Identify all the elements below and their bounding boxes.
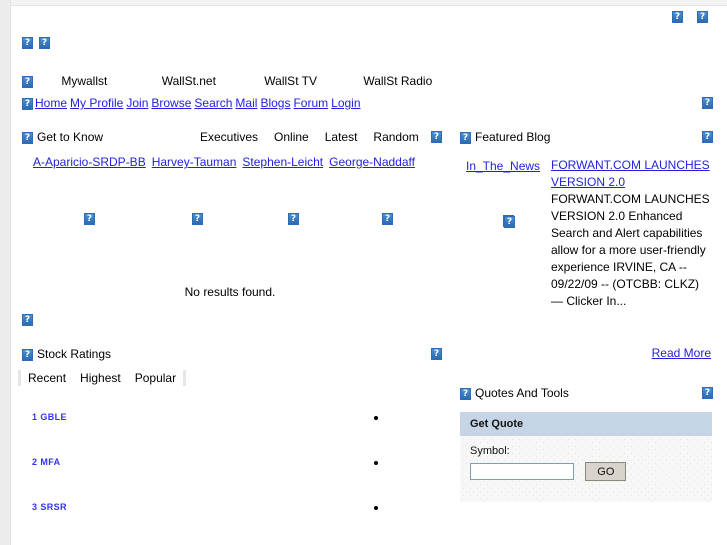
profile-link-george-naddaff[interactable]: George-Naddaff [329, 155, 415, 169]
table-row: 2 MFA [0, 457, 460, 479]
site-nav-item-mywallst[interactable]: Mywallst [61, 74, 107, 88]
broken-image-icon[interactable] [702, 387, 713, 399]
link-login[interactable]: Login [331, 96, 360, 110]
tab-separator [183, 370, 187, 386]
link-browse[interactable]: Browse [151, 96, 191, 110]
rank-number: 1 [32, 412, 38, 422]
site-nav-item-wallstnet[interactable]: WallSt.net [162, 74, 216, 88]
tab-recent[interactable]: Recent [21, 371, 73, 385]
table-row: 1 GBLE [0, 412, 460, 434]
blog-author-link[interactable]: In_The_News [466, 159, 540, 173]
broken-image-icon[interactable] [672, 11, 683, 23]
profile-thumbnail-broken-image-icon[interactable] [192, 213, 203, 225]
get-quote-body: Symbol: GO [460, 436, 712, 502]
broken-image-icon[interactable] [702, 131, 713, 143]
stock-ratings-header: Stock Ratings [22, 347, 111, 361]
link-my-profile[interactable]: My Profile [70, 96, 123, 110]
page-top-rule [10, 5, 727, 6]
filter-online[interactable]: Online [274, 130, 309, 144]
table-row: 3 SRSR [0, 502, 460, 524]
profile-link-a-aparicio-srdp-bb[interactable]: A-Aparicio-SRDP-BB [33, 155, 146, 169]
section-bullet-broken-image-icon [460, 131, 471, 144]
site-logo-broken-image-icon[interactable] [22, 37, 33, 49]
stock-ratings-title: Stock Ratings [37, 347, 112, 361]
section-bullet-broken-image-icon [22, 131, 33, 144]
filter-latest[interactable]: Latest [325, 130, 358, 144]
profile-thumbnail-broken-image-icon[interactable] [288, 213, 299, 225]
filter-random[interactable]: Random [373, 130, 418, 144]
rating-dot-icon [374, 506, 378, 510]
read-more-link[interactable]: Read More [652, 346, 711, 360]
broken-image-icon[interactable] [22, 314, 33, 326]
go-button[interactable]: GO [585, 462, 627, 481]
stock-symbol: MFA [40, 457, 61, 467]
profile-thumbnail-broken-image-icon[interactable] [382, 213, 393, 225]
profile-link-stephen-leicht[interactable]: Stephen-Leicht [242, 155, 323, 169]
stock-ratings-tabs: Recent Highest Popular [18, 370, 187, 388]
section-bullet-broken-image-icon [460, 387, 471, 400]
link-join[interactable]: Join [126, 96, 148, 110]
stock-symbol: SRSR [40, 502, 67, 512]
tab-popular[interactable]: Popular [128, 371, 183, 385]
get-quote-box-title: Get Quote [460, 412, 712, 436]
rank-number: 2 [32, 457, 38, 467]
stock-rating-entry[interactable]: 3 SRSR [32, 502, 67, 512]
rank-number: 3 [32, 502, 38, 512]
read-more-container: Read More [551, 346, 711, 360]
stock-symbol: GBLE [40, 412, 67, 422]
site-nav-item-wallsttv[interactable]: WallSt TV [264, 74, 317, 88]
quotes-and-tools-header: Quotes And Tools [460, 386, 569, 400]
get-to-know-header: Get to Know [22, 130, 103, 144]
get-to-know-title: Get to Know [37, 130, 104, 144]
get-quote-widget: Get Quote Symbol: GO [460, 412, 712, 502]
symbol-label: Symbol: [470, 445, 510, 457]
main-link-bar: HomeMy ProfileJoinBrowseSearchMailBlogsF… [22, 96, 364, 111]
stock-rating-entry[interactable]: 1 GBLE [32, 412, 67, 422]
site-nav-item-wallstradio[interactable]: WallSt Radio [363, 74, 432, 88]
link-home[interactable]: Home [35, 96, 67, 110]
nav-bullet-broken-image-icon [22, 75, 33, 88]
profile-thumbnail-broken-image-icon[interactable] [84, 213, 95, 225]
page-root: Mywallst WallSt.net WallSt TV WallSt Rad… [0, 0, 727, 545]
featured-blog-author: In_The_News [466, 159, 540, 173]
featured-blog-title: Featured Blog [475, 130, 551, 144]
broken-image-icon[interactable] [431, 348, 442, 360]
link-mail[interactable]: Mail [235, 96, 257, 110]
stock-rating-entry[interactable]: 2 MFA [32, 457, 61, 467]
quotes-and-tools-title: Quotes And Tools [475, 386, 569, 400]
symbol-input[interactable] [470, 463, 574, 480]
link-blogs[interactable]: Blogs [260, 96, 290, 110]
tab-highest[interactable]: Highest [73, 371, 128, 385]
filter-executives[interactable]: Executives [200, 130, 258, 144]
rating-dot-icon [374, 461, 378, 465]
section-bullet-broken-image-icon [22, 348, 33, 361]
broken-image-icon[interactable] [697, 11, 708, 23]
get-to-know-filters: Executives Online Latest Random [200, 130, 435, 144]
featured-blog-header: Featured Blog [460, 130, 550, 144]
link-forum[interactable]: Forum [293, 96, 328, 110]
link-search[interactable]: Search [194, 96, 232, 110]
profile-link-harvey-tauman[interactable]: Harvey-Tauman [152, 155, 237, 169]
broken-image-icon[interactable] [702, 97, 713, 109]
no-results-message: No results found. [184, 285, 276, 299]
linkbar-bullet-broken-image-icon [22, 97, 33, 110]
site-nav: Mywallst WallSt.net WallSt TV WallSt Rad… [22, 74, 622, 90]
blog-post-summary: FORWANT.COM LAUNCHES VERSION 2.0 Enhance… [551, 192, 710, 308]
broken-image-icon[interactable] [431, 131, 442, 143]
get-to-know-name-list: A-Aparicio-SRDP-BB Harvey-Tauman Stephen-L… [33, 155, 421, 169]
rating-dot-icon [374, 416, 378, 420]
featured-blog-body: FORWANT.COM LAUNCHES VERSION 2.0 FORWANT… [551, 157, 711, 310]
site-logo-broken-image-icon[interactable] [39, 37, 50, 49]
blog-thumbnail-broken-image-icon[interactable] [504, 216, 515, 228]
blog-post-title-link[interactable]: FORWANT.COM LAUNCHES VERSION 2.0 [551, 158, 710, 189]
